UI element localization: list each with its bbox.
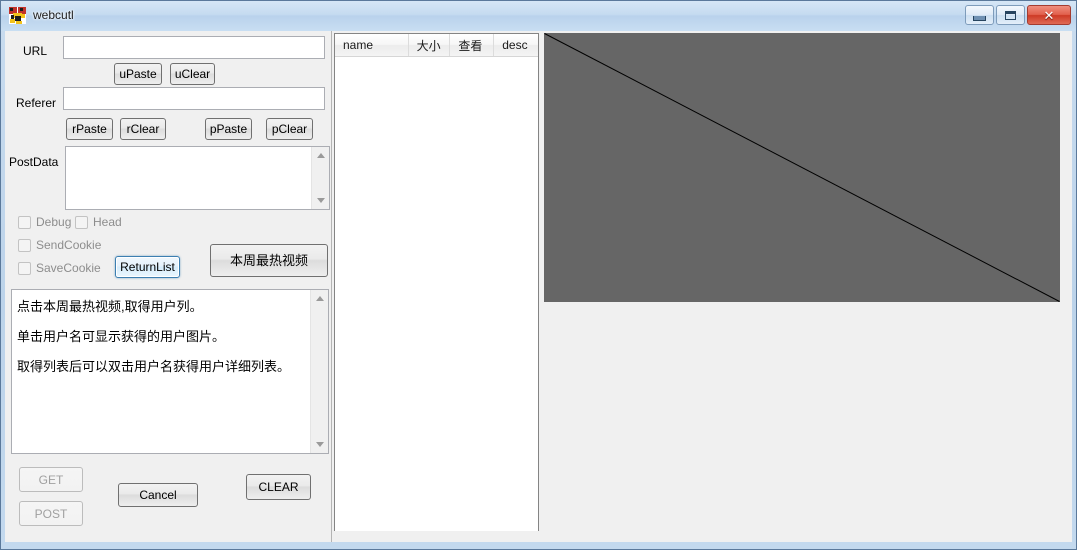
rpaste-button[interactable]: rPaste — [66, 118, 113, 140]
pclear-button[interactable]: pClear — [266, 118, 313, 140]
hot-video-button-label: 本周最热视频 — [229, 253, 308, 268]
log-textarea[interactable]: 点击本周最热视频,取得用户列。 单击用户名可显示获得的用户图片。 取得列表后可以… — [11, 289, 329, 454]
sendcookie-checkbox[interactable]: SendCookie — [18, 238, 101, 252]
pclear-button-label: pClear — [271, 122, 308, 136]
get-button[interactable]: GET — [19, 467, 83, 492]
scroll-up-icon[interactable] — [311, 290, 328, 307]
maximize-icon — [1005, 10, 1016, 20]
window-controls: ✕ — [965, 5, 1071, 25]
sendcookie-checkbox-label: SendCookie — [36, 238, 102, 252]
window-title: webcutl — [33, 8, 74, 22]
returnlist-button-label: ReturnList — [120, 260, 175, 274]
close-icon: ✕ — [1043, 7, 1055, 23]
title-bar-left: webcutl — [9, 7, 74, 24]
get-button-label: GET — [38, 472, 64, 487]
postdata-textarea[interactable] — [65, 146, 330, 210]
listview-header: name 大小 查看 desc — [335, 34, 538, 57]
log-content[interactable]: 点击本周最热视频,取得用户列。 单击用户名可显示获得的用户图片。 取得列表后可以… — [12, 290, 311, 453]
debug-checkbox-box[interactable] — [18, 215, 31, 229]
close-button[interactable]: ✕ — [1027, 5, 1071, 25]
post-button-label: POST — [34, 506, 68, 521]
uclear-button-label: uClear — [174, 67, 211, 81]
postdata-content[interactable] — [66, 147, 312, 209]
ppaste-button[interactable]: pPaste — [205, 118, 252, 140]
log-line: 取得列表后可以双击用户名获得用户详细列表。 — [17, 359, 291, 374]
clear-button[interactable]: CLEAR — [246, 474, 311, 500]
postdata-scrollbar[interactable] — [311, 147, 329, 209]
savecookie-checkbox-label: SaveCookie — [36, 261, 101, 275]
uclear-button[interactable]: uClear — [170, 63, 215, 85]
upaste-button-label: uPaste — [119, 67, 157, 81]
log-line: 点击本周最热视频,取得用户列。 — [17, 299, 203, 314]
app-icon — [9, 7, 26, 24]
debug-checkbox[interactable]: Debug — [18, 215, 71, 229]
url-input[interactable] — [63, 36, 325, 59]
log-line: 单击用户名可显示获得的用户图片。 — [17, 329, 226, 344]
panel-divider — [331, 31, 332, 542]
client-area: URL uPaste uClear Referer rPaste rClear … — [5, 31, 1072, 542]
clear-button-label: CLEAR — [258, 480, 299, 494]
head-checkbox[interactable]: Head — [75, 215, 122, 229]
rpaste-button-label: rPaste — [72, 122, 107, 136]
listview-body[interactable] — [335, 57, 538, 531]
rclear-button-label: rClear — [126, 122, 160, 136]
rclear-button[interactable]: rClear — [120, 118, 166, 140]
title-bar[interactable]: webcutl ✕ — [1, 1, 1076, 31]
debug-checkbox-label: Debug — [36, 215, 72, 229]
user-listview[interactable]: name 大小 查看 desc — [334, 33, 539, 531]
scroll-up-icon[interactable] — [312, 147, 329, 164]
referer-label: Referer — [16, 96, 57, 110]
application-window: webcutl ✕ URL uPaste uClear Referer rPas… — [0, 0, 1077, 550]
maximize-button[interactable] — [996, 5, 1025, 25]
cancel-button[interactable]: Cancel — [118, 483, 198, 507]
postdata-label: PostData — [9, 155, 59, 169]
scroll-down-icon[interactable] — [312, 192, 329, 209]
head-checkbox-box[interactable] — [75, 215, 88, 229]
url-label: URL — [23, 44, 48, 58]
sendcookie-checkbox-box[interactable] — [18, 238, 31, 252]
listview-column-desc[interactable]: desc — [494, 34, 538, 56]
post-button[interactable]: POST — [19, 501, 83, 526]
image-preview-canvas — [544, 33, 1060, 302]
returnlist-button[interactable]: ReturnList — [115, 256, 180, 278]
savecookie-checkbox[interactable]: SaveCookie — [18, 261, 101, 275]
listview-column-size[interactable]: 大小 — [409, 34, 451, 56]
head-checkbox-label: Head — [93, 215, 122, 229]
minimize-icon — [973, 15, 986, 21]
image-preview[interactable] — [544, 33, 1060, 302]
listview-column-view[interactable]: 查看 — [450, 34, 495, 56]
listview-column-name[interactable]: name — [335, 34, 409, 56]
log-scrollbar[interactable] — [310, 290, 328, 453]
minimize-button[interactable] — [965, 5, 994, 25]
cancel-button-label: Cancel — [139, 488, 177, 502]
referer-input[interactable] — [63, 87, 325, 110]
scroll-down-icon[interactable] — [311, 436, 328, 453]
ppaste-button-label: pPaste — [209, 122, 248, 136]
hot-video-button[interactable]: 本周最热视频 — [210, 244, 328, 277]
savecookie-checkbox-box[interactable] — [18, 261, 31, 275]
upaste-button[interactable]: uPaste — [114, 63, 162, 85]
